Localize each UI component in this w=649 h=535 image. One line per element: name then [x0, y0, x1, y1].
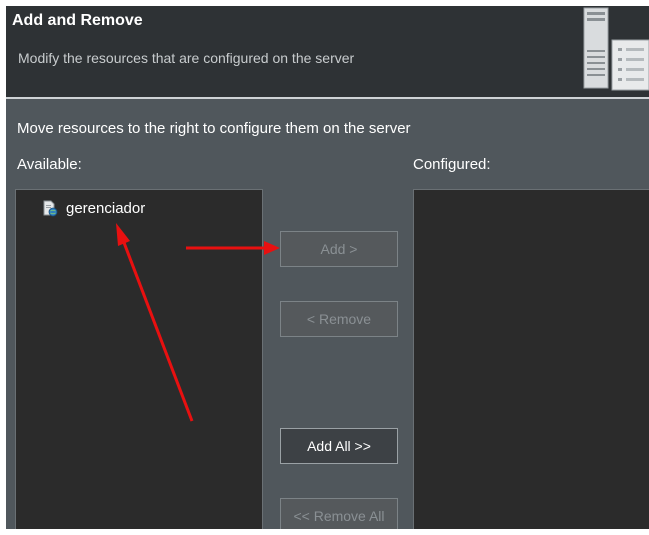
- list-item[interactable]: gerenciador: [42, 197, 145, 219]
- instruction-text: Move resources to the right to configure…: [17, 120, 411, 137]
- annotation-arrowhead-horizontal: [264, 241, 280, 255]
- available-list[interactable]: gerenciador: [15, 189, 263, 529]
- dialog-header: Add and Remove Modify the resources that…: [6, 6, 649, 99]
- available-label: Available:: [17, 156, 82, 173]
- configured-label: Configured:: [413, 156, 491, 173]
- configured-list[interactable]: [413, 189, 649, 529]
- add-remove-dialog: Add and Remove Modify the resources that…: [6, 6, 649, 529]
- web-project-icon: [43, 200, 58, 216]
- add-all-button[interactable]: Add All >>: [280, 428, 398, 464]
- dialog-title: Add and Remove: [12, 12, 143, 29]
- remove-button[interactable]: < Remove: [280, 301, 398, 337]
- server-icon: [583, 7, 649, 91]
- remove-all-button[interactable]: << Remove All: [280, 498, 398, 529]
- add-button[interactable]: Add >: [280, 231, 398, 267]
- dialog-description: Modify the resources that are configured…: [18, 50, 355, 66]
- list-item-label: gerenciador: [66, 199, 146, 217]
